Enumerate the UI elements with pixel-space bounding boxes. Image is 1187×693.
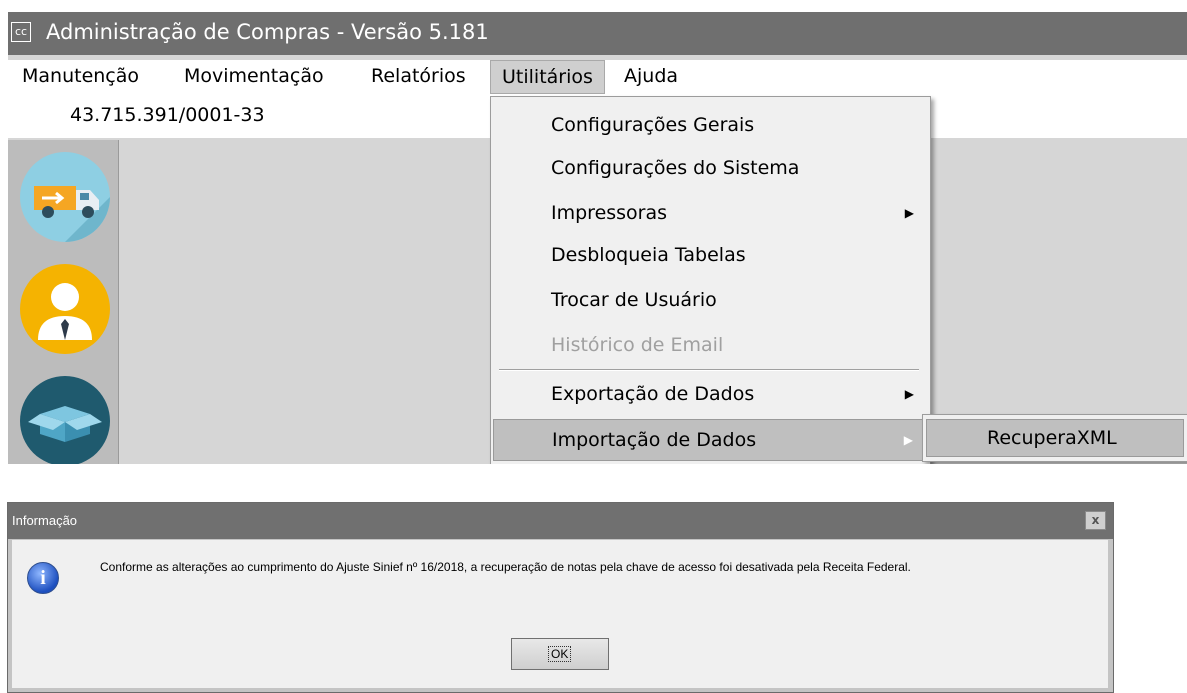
box-icon[interactable]	[20, 376, 110, 464]
menu-separator	[499, 369, 919, 371]
dialog-body: i Conforme as alterações ao cumprimento …	[12, 540, 1108, 688]
menu-item-desbloqueia-tabelas[interactable]: Desbloqueia Tabelas	[493, 235, 928, 277]
menu-item-label: Trocar de Usuário	[551, 289, 717, 311]
menu-item-exportacao-dados[interactable]: Exportação de Dados ▶	[493, 374, 928, 416]
window-title: Administração de Compras - Versão 5.181	[46, 20, 489, 44]
title-bar: cc Administração de Compras - Versão 5.1…	[8, 12, 1187, 55]
menu-item-trocar-usuario[interactable]: Trocar de Usuário	[493, 280, 928, 322]
submenu-arrow-icon: ▶	[903, 433, 913, 447]
menu-relatorios[interactable]: Relatórios	[371, 60, 466, 94]
app-window: cc Administração de Compras - Versão 5.1…	[8, 12, 1187, 464]
menu-item-configuracoes-sistema[interactable]: Configurações do Sistema	[493, 148, 928, 190]
menu-item-label: Histórico de Email	[551, 334, 724, 356]
sidebar	[8, 140, 119, 464]
menu-item-historico-email: Histórico de Email	[493, 325, 928, 367]
submenu-arrow-icon: ▶	[904, 387, 914, 401]
company-cnpj: 43.715.391/0001-33	[70, 104, 265, 126]
menu-bar: Manutenção Movimentação Relatórios Utili…	[8, 60, 1187, 94]
menu-movimentacao[interactable]: Movimentação	[184, 60, 324, 94]
app-icon: cc	[11, 22, 31, 42]
info-icon: i	[27, 562, 59, 594]
menu-item-label: Desbloqueia Tabelas	[551, 244, 746, 266]
dialog-title-bar: Informação x	[8, 503, 1113, 539]
close-icon[interactable]: x	[1085, 511, 1106, 530]
menu-item-label: Impressoras	[551, 202, 668, 224]
user-icon[interactable]	[20, 264, 110, 354]
dialog-message: Conforme as alterações ao cumprimento do…	[100, 560, 911, 574]
dialog-title: Informação	[12, 513, 78, 528]
menu-item-configuracoes-gerais[interactable]: Configurações Gerais	[493, 105, 928, 147]
import-submenu: RecuperaXML	[922, 414, 1187, 462]
submenu-item-recuperaxml[interactable]: RecuperaXML	[926, 419, 1184, 457]
truck-icon[interactable]	[20, 152, 110, 242]
menu-utilitarios[interactable]: Utilitários	[490, 60, 605, 94]
menu-item-label: Exportação de Dados	[551, 383, 755, 405]
submenu-item-label: RecuperaXML	[987, 427, 1117, 449]
submenu-arrow-icon: ▶	[904, 206, 914, 220]
info-dialog: Informação x i Conforme as alterações ao…	[7, 502, 1114, 693]
menu-ajuda[interactable]: Ajuda	[624, 60, 678, 94]
menu-item-label: Configurações do Sistema	[551, 157, 800, 179]
ok-button[interactable]: OK	[511, 638, 609, 670]
menu-item-label: Importação de Dados	[552, 429, 757, 451]
menu-item-label: Configurações Gerais	[551, 114, 755, 136]
menu-item-importacao-dados[interactable]: Importação de Dados ▶	[493, 419, 928, 461]
menu-manutencao[interactable]: Manutenção	[22, 60, 139, 94]
menu-item-impressoras[interactable]: Impressoras ▶	[493, 193, 928, 235]
ok-button-label: OK	[548, 646, 572, 662]
utilities-dropdown: Configurações Gerais Configurações do Si…	[490, 96, 931, 464]
